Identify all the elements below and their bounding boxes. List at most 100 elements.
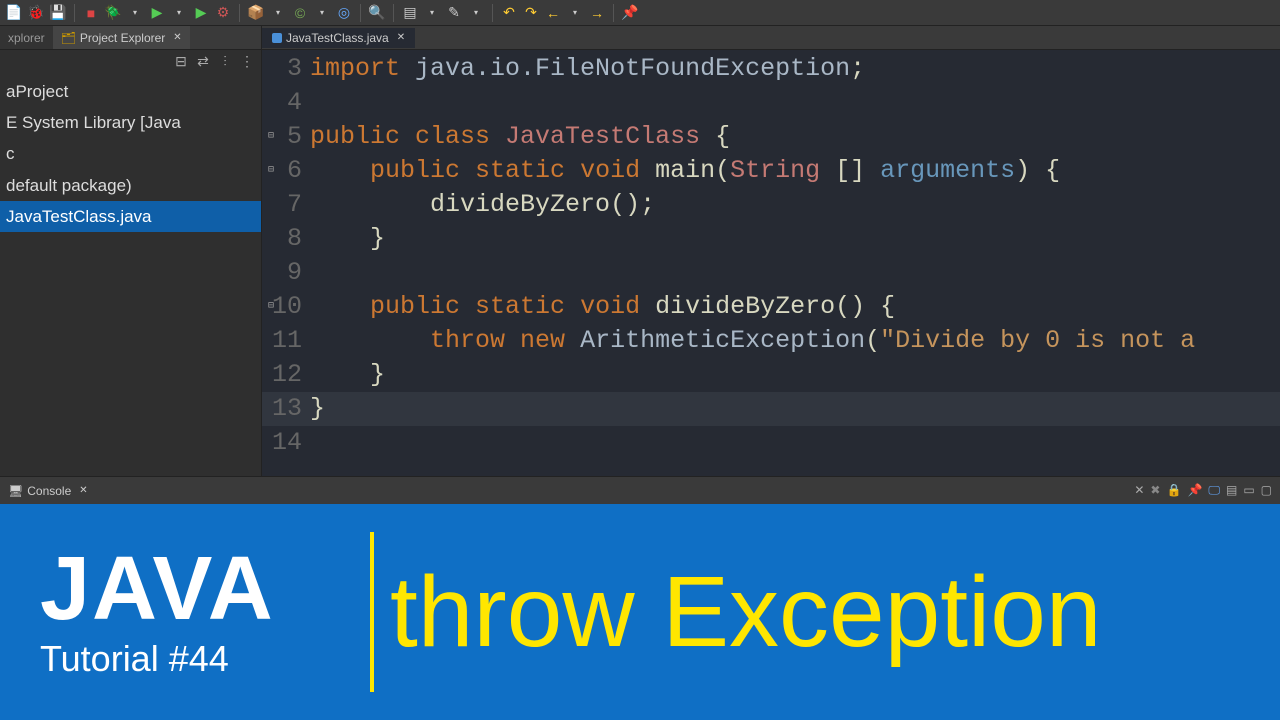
code-line[interactable]: 7 divideByZero(); bbox=[262, 188, 1280, 222]
code-line[interactable]: 4 bbox=[262, 86, 1280, 120]
tutorial-banner: JAVA Tutorial #44 throw Exception bbox=[0, 504, 1280, 720]
tab-explorer[interactable]: xplorer bbox=[0, 26, 53, 49]
code-text: public class JavaTestClass { bbox=[310, 120, 1280, 154]
code-line[interactable]: 8 } bbox=[262, 222, 1280, 256]
code-line[interactable]: 11 throw new ArithmeticException("Divide… bbox=[262, 324, 1280, 358]
editor-tab[interactable]: JavaTestClass.java ✕ bbox=[262, 28, 415, 48]
code-line[interactable]: 3import java.io.FileNotFoundException; bbox=[262, 52, 1280, 86]
nav-fwd-icon[interactable]: ↷ bbox=[523, 5, 539, 21]
line-number: 13 bbox=[262, 392, 310, 426]
tree-src[interactable]: c bbox=[0, 138, 261, 169]
new-icon[interactable]: 📄 bbox=[6, 5, 22, 21]
tree-library[interactable]: E System Library [Java bbox=[0, 107, 261, 138]
fold-icon[interactable]: ⊟ bbox=[268, 154, 274, 188]
scroll-lock-icon[interactable]: 🔒 bbox=[1166, 483, 1181, 498]
fwd-icon[interactable]: → bbox=[589, 5, 605, 21]
sidebar-toolbar: ⊟ ⇄ ⫶ ⋮ bbox=[0, 50, 261, 72]
collapse-icon[interactable]: ⊟ bbox=[173, 53, 189, 69]
close-icon[interactable]: ✕ bbox=[79, 485, 87, 496]
annotation-icon[interactable]: ✎ bbox=[446, 5, 462, 21]
tab-project-explorer[interactable]: 🗂 Project Explorer ✕ bbox=[53, 26, 190, 49]
banner-subtitle: Tutorial #44 bbox=[40, 638, 370, 680]
dropdown-icon[interactable]: ▾ bbox=[127, 5, 143, 21]
code-line[interactable]: 6⊟ public static void main(String [] arg… bbox=[262, 154, 1280, 188]
new-package-icon[interactable]: 📦 bbox=[248, 5, 264, 21]
line-number: 10⊟ bbox=[262, 290, 310, 324]
search-icon[interactable]: 🔍 bbox=[369, 5, 385, 21]
project-tree[interactable]: aProject E System Library [Java c defaul… bbox=[0, 72, 261, 236]
code-text: throw new ArithmeticException("Divide by… bbox=[310, 324, 1280, 358]
banner-topic: throw Exception bbox=[380, 555, 1101, 670]
run-icon[interactable]: ▶ bbox=[149, 5, 165, 21]
tree-package[interactable]: default package) bbox=[0, 170, 261, 201]
dropdown-icon[interactable]: ▾ bbox=[567, 5, 583, 21]
folder-icon: 🗂 bbox=[61, 31, 76, 45]
pin-icon[interactable]: 📌 bbox=[1187, 483, 1202, 498]
sidebar-tabstrip: xplorer 🗂 Project Explorer ✕ bbox=[0, 26, 261, 50]
code-text bbox=[310, 86, 1280, 120]
line-number: 12 bbox=[262, 358, 310, 392]
code-text: public static void divideByZero() { bbox=[310, 290, 1280, 324]
open-console-icon[interactable]: ▤ bbox=[1226, 483, 1237, 498]
stop-icon[interactable]: ■ bbox=[83, 5, 99, 21]
tab-label: Project Explorer bbox=[80, 31, 165, 45]
project-explorer: xplorer 🗂 Project Explorer ✕ ⊟ ⇄ ⫶ ⋮ aPr… bbox=[0, 26, 262, 476]
code-area[interactable]: 3import java.io.FileNotFoundException;45… bbox=[262, 50, 1280, 476]
line-number: 8 bbox=[262, 222, 310, 256]
remove-icon[interactable]: ✖ bbox=[1150, 483, 1160, 498]
filter-icon[interactable]: ⫶ bbox=[217, 53, 233, 69]
close-icon[interactable]: ✕ bbox=[173, 32, 181, 43]
code-line[interactable]: 14 bbox=[262, 426, 1280, 460]
maximize-icon[interactable]: ▢ bbox=[1261, 483, 1272, 498]
dropdown-icon[interactable]: ▾ bbox=[314, 5, 330, 21]
dropdown-icon[interactable]: ▾ bbox=[270, 5, 286, 21]
new-class-icon[interactable]: © bbox=[292, 5, 308, 21]
editor-tab-label: JavaTestClass.java bbox=[286, 31, 389, 45]
code-text: public static void main(String [] argume… bbox=[310, 154, 1280, 188]
minimize-icon[interactable]: ▭ bbox=[1243, 483, 1254, 498]
dropdown-icon[interactable]: ▾ bbox=[424, 5, 440, 21]
line-number: 14 bbox=[262, 426, 310, 460]
code-text bbox=[310, 426, 1280, 460]
line-number: 7 bbox=[262, 188, 310, 222]
clear-icon[interactable]: ✕ bbox=[1134, 483, 1144, 498]
toggle-icon[interactable]: ▤ bbox=[402, 5, 418, 21]
pin-icon[interactable]: 📌 bbox=[622, 5, 638, 21]
open-type-icon[interactable]: ◎ bbox=[336, 5, 352, 21]
debug-icon[interactable]: 🪲 bbox=[105, 5, 121, 21]
line-number: 11 bbox=[262, 324, 310, 358]
link-icon[interactable]: ⇄ bbox=[195, 53, 211, 69]
bug-icon[interactable]: 🐞 bbox=[28, 5, 44, 21]
dropdown-icon[interactable]: ▾ bbox=[468, 5, 484, 21]
console-view: 🖥 Console ✕ ✕ ✖ 🔒 📌 🖵 ▤ ▭ ▢ bbox=[0, 476, 1280, 504]
display-icon[interactable]: 🖵 bbox=[1208, 483, 1220, 498]
code-line[interactable]: 13} bbox=[262, 392, 1280, 426]
nav-back-icon[interactable]: ↶ bbox=[501, 5, 517, 21]
code-line[interactable]: 5⊟public class JavaTestClass { bbox=[262, 120, 1280, 154]
code-editor: JavaTestClass.java ✕ 3import java.io.Fil… bbox=[262, 26, 1280, 476]
code-text: } bbox=[310, 358, 1280, 392]
code-line[interactable]: 9 bbox=[262, 256, 1280, 290]
menu-icon[interactable]: ⋮ bbox=[239, 53, 255, 69]
fold-icon[interactable]: ⊟ bbox=[268, 120, 274, 154]
code-line[interactable]: 12 } bbox=[262, 358, 1280, 392]
line-number: 5⊟ bbox=[262, 120, 310, 154]
banner-title: JAVA bbox=[40, 544, 370, 634]
tree-project[interactable]: aProject bbox=[0, 76, 261, 107]
save-icon[interactable]: 💾 bbox=[50, 5, 66, 21]
code-line[interactable]: 10⊟ public static void divideByZero() { bbox=[262, 290, 1280, 324]
console-title: Console bbox=[27, 484, 71, 498]
code-text bbox=[310, 256, 1280, 290]
console-icon: 🖥 bbox=[8, 484, 23, 498]
ext-tools-icon[interactable]: ⚙ bbox=[215, 5, 231, 21]
run-last-icon[interactable]: ▶ bbox=[193, 5, 209, 21]
line-number: 9 bbox=[262, 256, 310, 290]
close-icon[interactable]: ✕ bbox=[397, 32, 405, 43]
java-file-icon bbox=[272, 33, 282, 43]
tab-label: xplorer bbox=[8, 31, 45, 45]
dropdown-icon[interactable]: ▾ bbox=[171, 5, 187, 21]
code-text: } bbox=[310, 392, 1280, 426]
fold-icon[interactable]: ⊟ bbox=[268, 290, 274, 324]
tree-file[interactable]: JavaTestClass.java bbox=[0, 201, 261, 232]
back-icon[interactable]: ← bbox=[545, 5, 561, 21]
